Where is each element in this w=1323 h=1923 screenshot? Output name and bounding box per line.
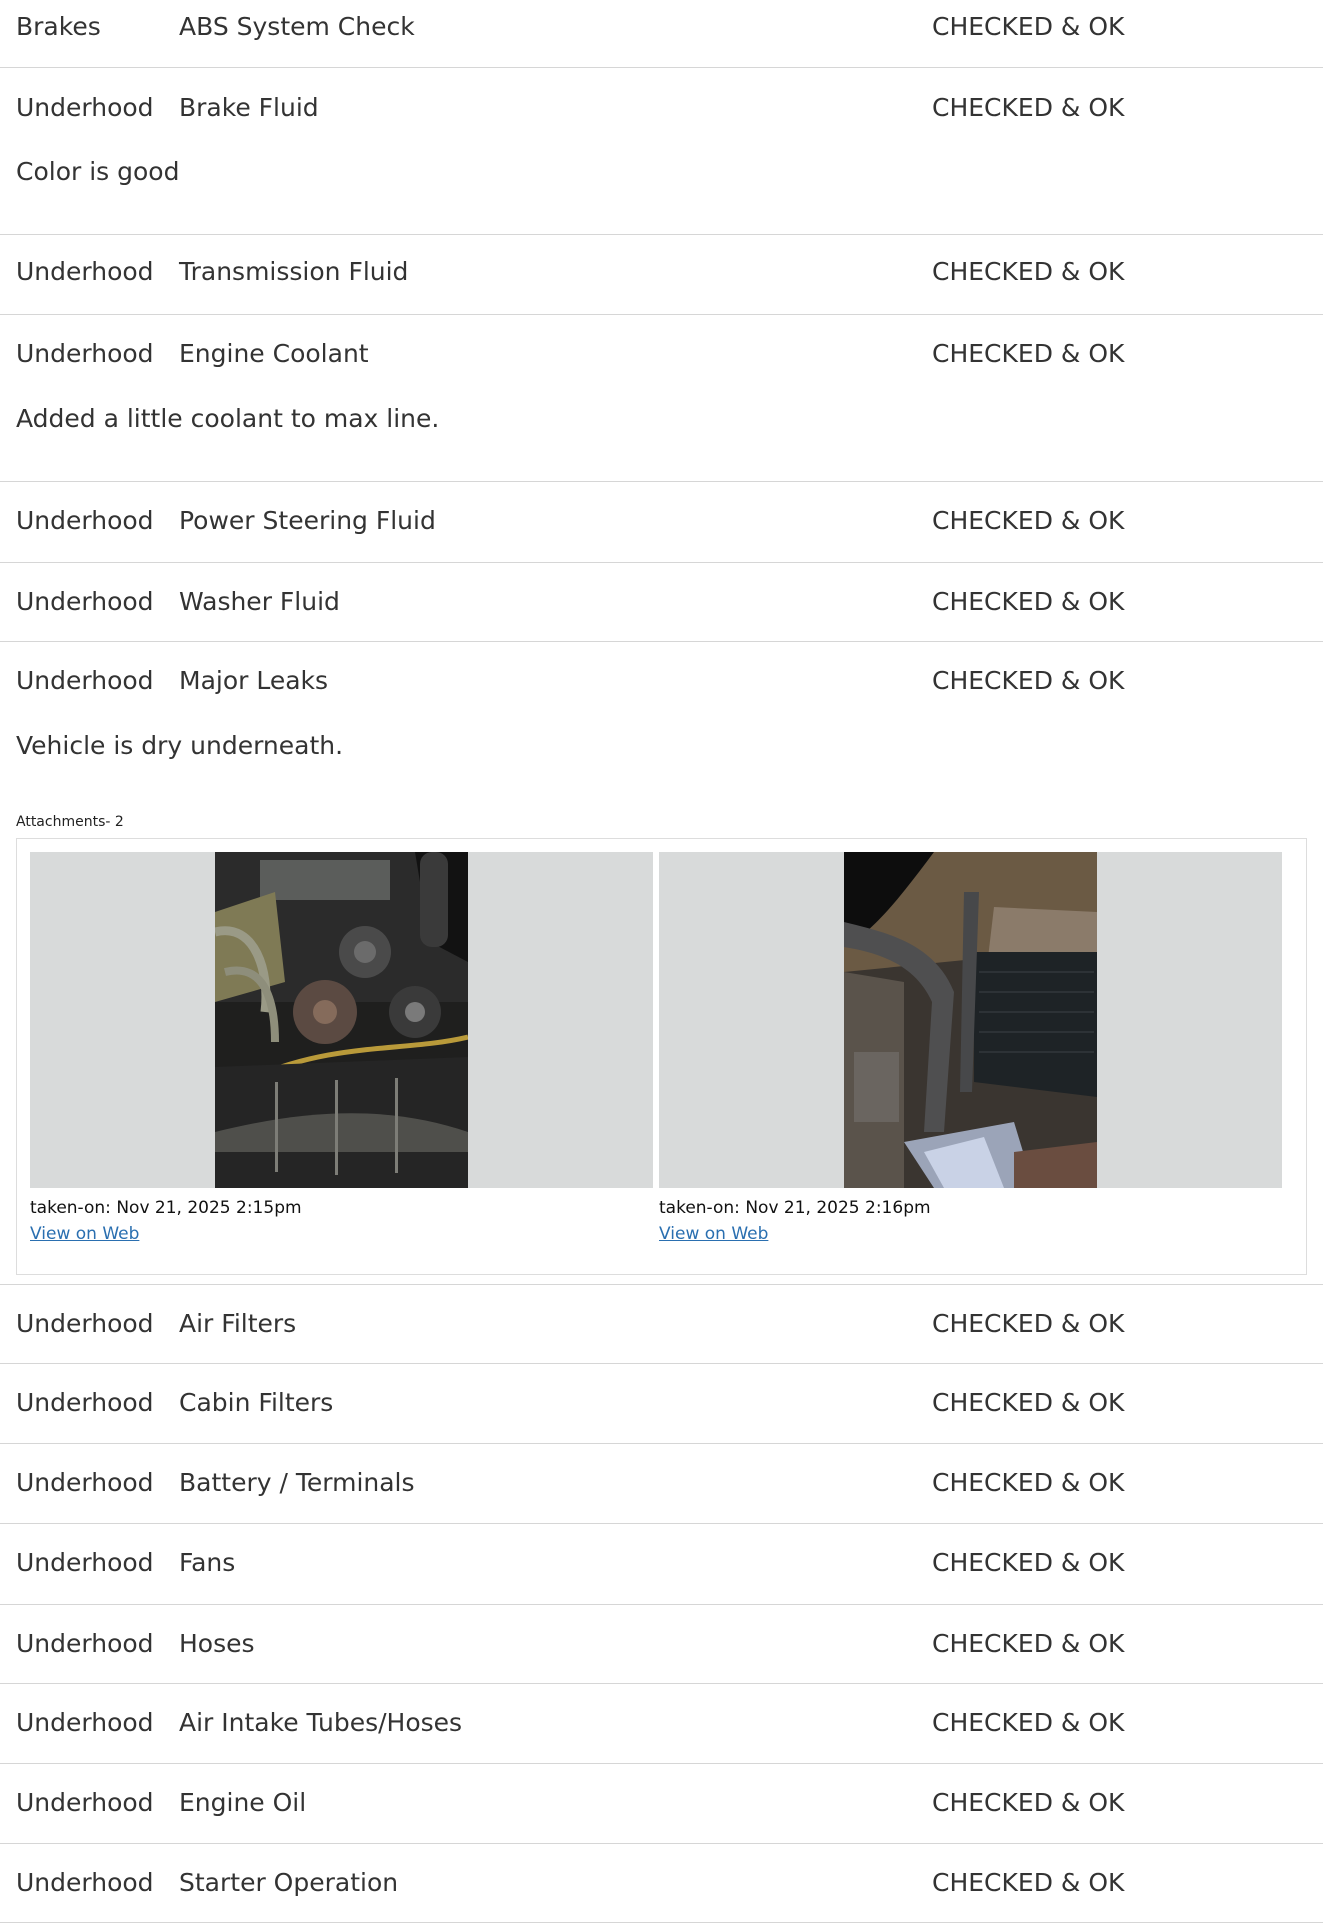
status-badge: CHECKED & OK: [932, 1388, 1125, 1417]
row-category: Underhood: [16, 587, 154, 616]
status-badge: CHECKED & OK: [932, 1309, 1125, 1338]
row-item: Major Leaks: [179, 666, 329, 695]
row-category: Underhood: [16, 1309, 154, 1338]
row-category: Underhood: [16, 1868, 154, 1897]
row-item: Brake Fluid: [179, 93, 319, 122]
status-badge: CHECKED & OK: [932, 339, 1125, 368]
status-badge: CHECKED & OK: [932, 93, 1125, 122]
row-category: Underhood: [16, 1548, 154, 1577]
table-row: Underhood Power Steering Fluid CHECKED &…: [0, 482, 1323, 563]
table-row: Underhood Brake Fluid CHECKED & OK Color…: [0, 68, 1323, 235]
table-row: Underhood Air Intake Tubes/Hoses CHECKED…: [0, 1684, 1323, 1764]
attachment-frame[interactable]: [659, 852, 1282, 1188]
table-row: Underhood Battery / Terminals CHECKED & …: [0, 1444, 1323, 1524]
table-row: Underhood Cabin Filters CHECKED & OK: [0, 1364, 1323, 1444]
row-item: ABS System Check: [179, 12, 415, 41]
status-badge: CHECKED & OK: [932, 12, 1125, 41]
row-item: Transmission Fluid: [179, 257, 409, 286]
attachment-photo[interactable]: [844, 852, 1097, 1188]
row-note: Vehicle is dry underneath.: [16, 731, 344, 760]
table-row: Underhood Transmission Fluid CHECKED & O…: [0, 235, 1323, 315]
row-item: Fans: [179, 1548, 236, 1577]
status-badge: CHECKED & OK: [932, 1708, 1125, 1737]
taken-on-label: taken-on:: [659, 1198, 740, 1218]
taken-on-value: Nov 21, 2025 2:15pm: [116, 1198, 302, 1218]
row-item: Air Filters: [179, 1309, 297, 1338]
row-category: Underhood: [16, 1629, 154, 1658]
attachment-item: taken-on: Nov 21, 2025 2:16pm View on We…: [659, 852, 1282, 1244]
status-badge: CHECKED & OK: [932, 1629, 1125, 1658]
table-row: Brakes ABS System Check CHECKED & OK: [0, 0, 1323, 68]
attachment-photo[interactable]: [215, 852, 468, 1188]
attachment-taken-on: taken-on: Nov 21, 2025 2:16pm: [659, 1198, 1282, 1218]
row-item: Engine Oil: [179, 1788, 307, 1817]
table-row: Underhood Hoses CHECKED & OK: [0, 1605, 1323, 1684]
row-item: Washer Fluid: [179, 587, 340, 616]
row-item: Cabin Filters: [179, 1388, 334, 1417]
status-badge: CHECKED & OK: [932, 1868, 1125, 1897]
view-on-web-link[interactable]: View on Web: [30, 1224, 139, 1244]
row-item: Battery / Terminals: [179, 1468, 415, 1497]
status-badge: CHECKED & OK: [932, 666, 1125, 695]
status-badge: CHECKED & OK: [932, 1468, 1125, 1497]
row-category: Underhood: [16, 1468, 154, 1497]
row-note: Added a little coolant to max line.: [16, 404, 440, 433]
attachments-panel: taken-on: Nov 21, 2025 2:15pm View on We…: [16, 838, 1307, 1275]
table-row: Underhood Washer Fluid CHECKED & OK: [0, 563, 1323, 642]
attachments-label: Attachments- 2: [16, 814, 124, 830]
row-item: Starter Operation: [179, 1868, 399, 1897]
attachment-item: taken-on: Nov 21, 2025 2:15pm View on We…: [30, 852, 653, 1244]
row-category: Underhood: [16, 93, 154, 122]
row-category: Underhood: [16, 1708, 154, 1737]
table-row: Underhood Air Filters CHECKED & OK: [0, 1285, 1323, 1364]
table-row: Underhood Engine Oil CHECKED & OK: [0, 1764, 1323, 1844]
status-badge: CHECKED & OK: [932, 1548, 1125, 1577]
view-on-web-link[interactable]: View on Web: [659, 1224, 768, 1244]
table-row: Underhood Engine Coolant CHECKED & OK Ad…: [0, 315, 1323, 482]
attachment-frame[interactable]: [30, 852, 653, 1188]
status-badge: CHECKED & OK: [932, 506, 1125, 535]
status-badge: CHECKED & OK: [932, 587, 1125, 616]
row-category: Underhood: [16, 339, 154, 368]
table-row: Underhood Fans CHECKED & OK: [0, 1524, 1323, 1605]
status-badge: CHECKED & OK: [932, 257, 1125, 286]
row-item: Power Steering Fluid: [179, 506, 436, 535]
row-note: Color is good: [16, 157, 180, 186]
row-category: Underhood: [16, 506, 154, 535]
table-row: Underhood Starter Operation CHECKED & OK: [0, 1844, 1323, 1923]
row-category: Underhood: [16, 666, 154, 695]
row-item: Engine Coolant: [179, 339, 369, 368]
row-category: Underhood: [16, 1388, 154, 1417]
row-item: Hoses: [179, 1629, 255, 1658]
row-category: Underhood: [16, 257, 154, 286]
row-item: Air Intake Tubes/Hoses: [179, 1708, 463, 1737]
taken-on-label: taken-on:: [30, 1198, 111, 1218]
attachment-taken-on: taken-on: Nov 21, 2025 2:15pm: [30, 1198, 653, 1218]
table-row: Underhood Major Leaks CHECKED & OK Vehic…: [0, 642, 1323, 1285]
status-badge: CHECKED & OK: [932, 1788, 1125, 1817]
row-category: Underhood: [16, 1788, 154, 1817]
taken-on-value: Nov 21, 2025 2:16pm: [745, 1198, 931, 1218]
row-category: Brakes: [16, 12, 101, 41]
